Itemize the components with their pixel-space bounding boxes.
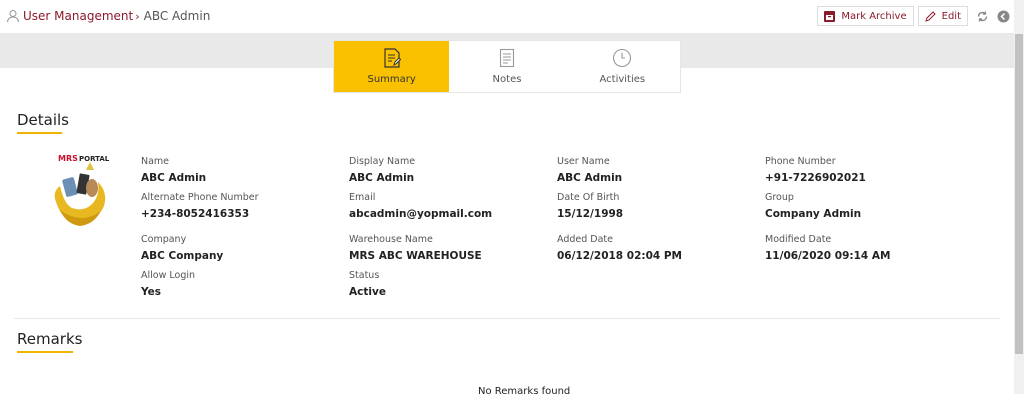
field-value: +91-7226902021 — [765, 172, 866, 184]
tab-summary[interactable]: Summary — [334, 41, 450, 92]
tab-activities-label: Activities — [599, 74, 646, 85]
pencil-icon — [924, 10, 936, 22]
field-value: 06/12/2018 02:04 PM — [557, 250, 682, 262]
edit-button[interactable]: Edit — [917, 6, 968, 26]
field-label: User Name — [557, 156, 610, 167]
remarks-underline — [17, 351, 73, 353]
remarks-title: Remarks — [17, 330, 83, 348]
detail-field: Added Date 06/12/2018 02:04 PM — [557, 234, 682, 262]
field-value: ABC Admin — [349, 172, 415, 184]
detail-field: Phone Number +91-7226902021 — [765, 156, 866, 184]
field-label: Warehouse Name — [349, 234, 433, 245]
refresh-icon[interactable] — [976, 10, 989, 23]
detail-field: Modified Date 11/06/2020 09:14 AM — [765, 234, 890, 262]
field-label: Phone Number — [765, 156, 836, 167]
field-value: ABC Company — [141, 250, 224, 262]
remarks-heading: Remarks — [17, 330, 83, 353]
svg-text:PORTAL: PORTAL — [79, 155, 110, 163]
details-title: Details — [17, 111, 70, 129]
field-label: Alternate Phone Number — [141, 192, 259, 203]
detail-field: Alternate Phone Number +234-8052416353 — [141, 192, 259, 220]
field-label: Added Date — [557, 234, 613, 245]
detail-field: Date Of Birth 15/12/1998 — [557, 192, 623, 220]
section-divider — [14, 318, 1000, 319]
field-label: Allow Login — [141, 270, 196, 281]
mark-archive-button[interactable]: Mark Archive — [817, 6, 914, 26]
details-underline — [17, 132, 62, 134]
detail-field: Email abcadmin@yopmail.com — [349, 192, 492, 220]
scrollbar-thumb[interactable] — [1015, 34, 1023, 354]
user-icon — [7, 10, 19, 23]
field-label: Display Name — [349, 156, 416, 167]
header-actions: Mark Archive Edit — [817, 6, 1014, 26]
field-value: 11/06/2020 09:14 AM — [765, 250, 891, 262]
field-value: Active — [349, 286, 386, 298]
field-value: ABC Admin — [557, 172, 623, 184]
archive-icon — [824, 10, 836, 22]
field-value: MRS ABC WAREHOUSE — [349, 250, 482, 262]
top-bar: User Management › ABC Admin Mark Archive… — [0, 0, 1014, 34]
breadcrumb-current: ABC Admin — [143, 9, 211, 23]
scrollbar[interactable] — [1014, 0, 1024, 394]
detail-field: Group Company Admin — [765, 192, 861, 220]
field-value: +234-8052416353 — [141, 208, 250, 220]
clock-icon — [613, 48, 632, 68]
tab-notes-label: Notes — [492, 74, 522, 85]
breadcrumb-parent-link[interactable]: User Management — [23, 9, 133, 23]
mark-archive-label: Mark Archive — [841, 10, 907, 22]
field-label: Email — [349, 192, 376, 203]
detail-field: User Name ABC Admin — [557, 156, 622, 184]
edit-label: Edit — [941, 10, 961, 22]
field-value: 15/12/1998 — [557, 208, 624, 220]
field-label: Status — [349, 270, 380, 281]
breadcrumb: User Management › ABC Admin — [6, 9, 210, 23]
field-value: Yes — [141, 286, 162, 298]
detail-field: Display Name ABC Admin — [349, 156, 415, 184]
no-remarks-text: No Remarks found — [478, 386, 571, 397]
notes-icon — [499, 48, 515, 68]
field-label: Name — [141, 156, 170, 167]
company-logo: MRS PORTAL — [50, 152, 112, 230]
field-value: Company Admin — [765, 208, 862, 220]
field-label: Date Of Birth — [557, 192, 620, 203]
field-label: Company — [141, 234, 187, 245]
detail-field: Status Active — [349, 270, 386, 298]
summary-icon — [384, 48, 401, 68]
tab-summary-label: Summary — [367, 74, 416, 85]
tab-bar: Summary Notes Activities — [333, 40, 681, 93]
breadcrumb-separator: › — [135, 9, 140, 23]
tab-activities[interactable]: Activities — [565, 41, 680, 92]
back-icon[interactable] — [997, 10, 1010, 23]
detail-field: Company ABC Company — [141, 234, 223, 262]
detail-field: Name ABC Admin — [141, 156, 206, 184]
detail-field: Allow Login Yes — [141, 270, 195, 298]
field-label: Group — [765, 192, 794, 203]
mrs-portal-logo: MRS PORTAL — [54, 154, 110, 226]
detail-field: Warehouse Name MRS ABC WAREHOUSE — [349, 234, 482, 262]
tab-notes[interactable]: Notes — [449, 41, 564, 92]
field-value: abcadmin@yopmail.com — [349, 208, 493, 220]
svg-text:MRS: MRS — [58, 154, 78, 163]
field-value: ABC Admin — [141, 172, 207, 184]
details-heading: Details — [17, 111, 70, 134]
field-label: Modified Date — [765, 234, 832, 245]
